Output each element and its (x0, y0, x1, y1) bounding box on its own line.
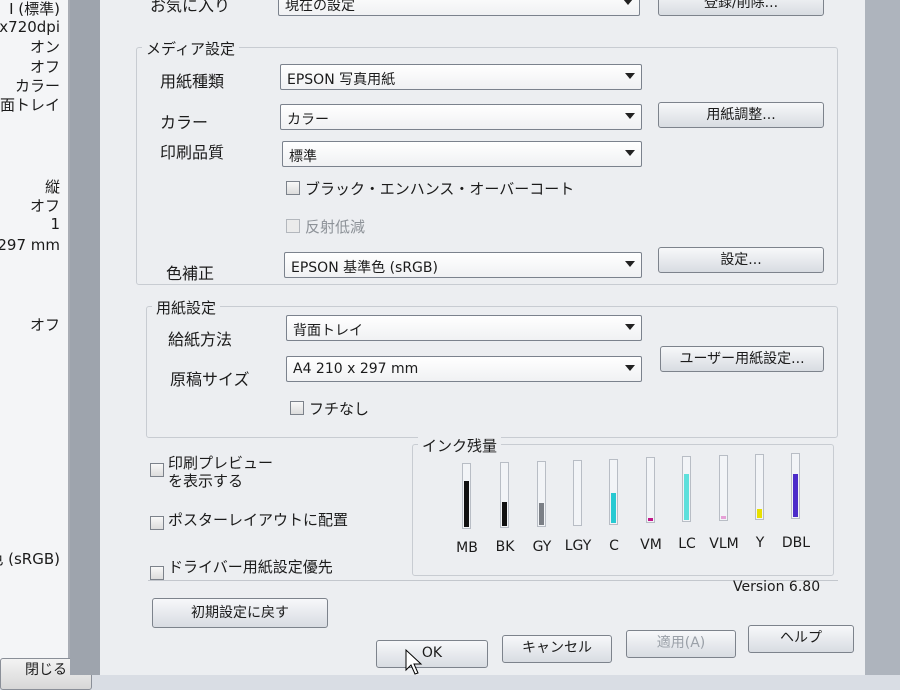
version-text: Version 6.80 (733, 579, 821, 595)
ink-label: LC (678, 536, 696, 553)
ink-gauge-bk (500, 462, 509, 528)
ink-level-fill (611, 493, 616, 523)
chevron-down-icon (625, 73, 635, 79)
paper-type-select[interactable]: EPSON 写真用紙 (280, 64, 642, 90)
summary-value: オフ (29, 316, 60, 334)
favorite-select[interactable]: 現在の設定 (278, 0, 640, 16)
ink-levels-title: インク残量 (418, 435, 502, 456)
paper-settings-title: 用紙設定 (152, 297, 221, 318)
document-size-label: 原稿サイズ (170, 370, 250, 389)
ok-button[interactable]: OK (376, 640, 488, 668)
ink-label: C (609, 537, 619, 554)
paper-type-value: EPSON 写真用紙 (287, 72, 396, 88)
summary-resolution: 0x720dpi (0, 18, 60, 36)
summary-value: オン (29, 38, 60, 56)
color-select[interactable]: カラー (280, 104, 642, 130)
help-button[interactable]: ヘルプ (748, 625, 854, 653)
print-quality-label: 印刷品質 (160, 143, 225, 162)
apply-button: 適用(A) (626, 630, 736, 658)
summary-quality: I (標準) (9, 0, 60, 18)
color-correction-select[interactable]: EPSON 基準色 (sRGB) (284, 252, 642, 278)
ink-label: BK (495, 539, 515, 556)
color-label: カラー (160, 113, 209, 132)
chevron-down-icon (623, 0, 633, 5)
ink-level-fill (721, 515, 726, 519)
ink-label: VM (640, 537, 662, 553)
ink-label: Y (755, 535, 765, 552)
ink-label: DBL (781, 534, 811, 551)
ink-label: VLM (709, 535, 739, 552)
favorite-select-value: 現在の設定 (285, 0, 355, 14)
ink-label: LGY (564, 538, 592, 555)
ink-level-fill (648, 517, 653, 521)
color-correction-value: EPSON 基準色 (sRGB) (291, 260, 438, 276)
ink-gauge-vlm (719, 455, 728, 521)
chevron-down-icon (625, 324, 635, 330)
borderless-checkbox[interactable] (290, 401, 304, 415)
chevron-down-icon (625, 261, 635, 267)
ink-level-fill (539, 503, 544, 525)
ink-gauge-dbl (791, 453, 800, 519)
favorite-label: お気に入り (150, 0, 231, 15)
reset-defaults-button[interactable]: 初期設定に戻す (152, 598, 328, 628)
window-edge (865, 0, 900, 675)
borderless-label: フチなし (309, 400, 370, 418)
print-quality-select[interactable]: 標準 (282, 141, 642, 167)
print-quality-value: 標準 (289, 149, 317, 165)
paper-type-label: 用紙種類 (160, 72, 225, 91)
paper-adjust-button[interactable]: 用紙調整... (658, 102, 824, 128)
summary-orientation: 縦 (44, 178, 60, 196)
ink-levels-group (412, 444, 834, 576)
ink-gauge-gy (537, 461, 546, 527)
summary-color-correction: 色 (sRGB) (0, 550, 60, 568)
chevron-down-icon (625, 150, 635, 156)
poster-layout-label: ポスターレイアウトに配置 (168, 511, 349, 529)
color-value: カラー (287, 112, 329, 128)
reflection-reduce-checkbox[interactable] (286, 219, 300, 233)
window-gap (70, 0, 100, 675)
paper-source-label: 給紙方法 (168, 330, 233, 349)
ink-gauge-lc (682, 456, 691, 522)
ink-gauge-y (755, 454, 764, 520)
cancel-button[interactable]: キャンセル (502, 635, 612, 663)
paper-source-select[interactable]: 背面トレイ (286, 315, 642, 341)
document-size-select[interactable]: A4 210 x 297 mm (286, 356, 642, 382)
reflection-reduce-label: 反射低減 (305, 218, 366, 236)
poster-layout-checkbox[interactable] (150, 516, 164, 530)
register-delete-button[interactable]: 登録/削除... (658, 0, 824, 16)
color-correction-label: 色補正 (166, 264, 215, 283)
summary-value: オフ (29, 197, 60, 215)
user-paper-settings-button[interactable]: ユーザー用紙設定... (660, 346, 824, 372)
summary-copies: 1 (50, 215, 60, 233)
media-settings-title: メディア設定 (142, 38, 239, 59)
print-preview-checkbox[interactable] (150, 463, 164, 477)
ink-level-fill (793, 473, 798, 517)
summary-source: 背面トレイ (0, 96, 60, 114)
settings-summary-panel: I (標準) 0x720dpi オン オフ カラー 背面トレイ 縦 オフ 1 x… (0, 0, 70, 660)
ink-level-fill (502, 502, 507, 526)
driver-paper-priority-checkbox[interactable] (150, 566, 164, 580)
ink-label: GY (532, 538, 552, 555)
document-size-value: A4 210 x 297 mm (293, 361, 419, 377)
chevron-down-icon (625, 113, 635, 119)
black-enhance-label: ブラック・エンハンス・オーバーコート (305, 180, 575, 198)
summary-size: x 297 mm (0, 236, 60, 254)
ink-level-fill (464, 480, 469, 527)
driver-paper-priority-label: ドライバー用紙設定優先 (168, 558, 333, 576)
print-preview-label-line2: を表示する (168, 472, 244, 490)
ink-gauge-c (609, 459, 618, 525)
color-settings-button[interactable]: 設定... (658, 247, 824, 273)
ink-gauge-vm (646, 457, 655, 523)
black-enhance-checkbox[interactable] (286, 181, 300, 195)
summary-color: カラー (14, 77, 60, 95)
summary-value: オフ (29, 58, 60, 76)
mouse-cursor-icon (405, 648, 423, 675)
ink-label: MB (456, 540, 478, 556)
ink-gauge-mb (462, 463, 471, 529)
ink-level-fill (757, 508, 762, 518)
chevron-down-icon (625, 365, 635, 371)
paper-source-value: 背面トレイ (293, 323, 363, 339)
ink-level-fill (684, 473, 689, 520)
ink-gauge-lgy (573, 460, 582, 526)
